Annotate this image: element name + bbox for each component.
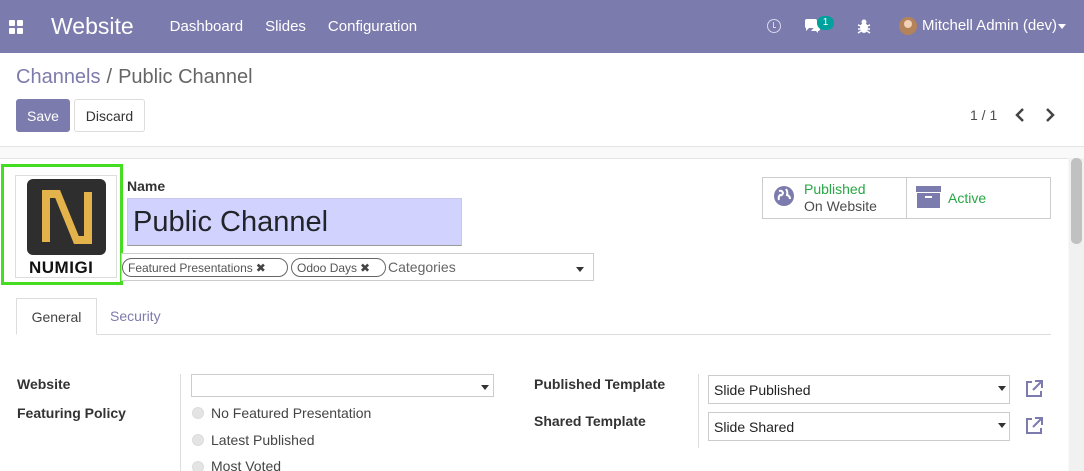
- name-label: Name: [127, 178, 166, 194]
- radio-latest-published[interactable]: [192, 434, 204, 446]
- published-substatus[interactable]: On Website: [804, 198, 877, 214]
- channel-name-input[interactable]: Public Channel: [127, 198, 462, 246]
- tabs-border: [16, 334, 1051, 335]
- smart-button-divider: [906, 177, 907, 219]
- featuring-policy-label: Featuring Policy: [17, 405, 126, 421]
- radio-label[interactable]: Latest Published: [211, 432, 315, 448]
- chevron-down-icon[interactable]: [576, 267, 584, 272]
- globe-icon[interactable]: [774, 186, 794, 206]
- website-label: Website: [17, 376, 71, 392]
- chevron-down-icon[interactable]: [998, 423, 1006, 428]
- breadcrumb-channels-link[interactable]: Channels: [16, 66, 101, 88]
- remove-tag-icon[interactable]: ✖: [256, 261, 266, 275]
- debug-bug-icon[interactable]: [857, 19, 871, 34]
- radio-no-featured[interactable]: [192, 407, 204, 419]
- menu-item-dashboard[interactable]: Dashboard: [170, 18, 243, 35]
- radio-label[interactable]: Most Voted: [211, 458, 281, 471]
- remove-tag-icon[interactable]: ✖: [360, 261, 370, 275]
- breadcrumb: Channels / Public Channel: [16, 66, 253, 89]
- save-button[interactable]: Save: [16, 99, 70, 132]
- chevron-down-icon[interactable]: [481, 385, 489, 390]
- shared-template-label: Shared Template: [534, 413, 646, 429]
- label-divider: [698, 374, 699, 448]
- breadcrumb-current: Public Channel: [118, 66, 253, 88]
- external-link-icon[interactable]: [1024, 416, 1044, 436]
- menu-item-slides[interactable]: Slides: [265, 18, 306, 35]
- tag-label: Featured Presentations: [128, 260, 253, 275]
- label-divider: [180, 374, 181, 471]
- chat-count-badge: 1: [817, 16, 834, 30]
- apps-menu-icon[interactable]: [9, 19, 23, 34]
- app-name[interactable]: Website: [51, 13, 134, 40]
- breadcrumb-separator: /: [106, 66, 113, 88]
- categories-placeholder[interactable]: Categories: [388, 259, 456, 275]
- logo-text: NUMIGI: [29, 258, 94, 277]
- chevron-down-icon[interactable]: [998, 386, 1006, 391]
- user-menu-name[interactable]: Mitchell Admin (dev): [922, 17, 1057, 34]
- external-link-icon[interactable]: [1024, 379, 1044, 399]
- activity-clock-icon[interactable]: [767, 19, 781, 33]
- scrollbar-thumb[interactable]: [1071, 158, 1082, 244]
- radio-most-voted[interactable]: [192, 461, 204, 471]
- chevron-left-icon[interactable]: [1012, 107, 1028, 123]
- published-template-label: Published Template: [534, 376, 666, 392]
- numigi-logo-icon: [42, 190, 92, 244]
- published-status[interactable]: Published: [804, 181, 866, 197]
- shared-template-select[interactable]: Slide Shared: [708, 412, 1010, 441]
- archive-icon[interactable]: [916, 186, 941, 208]
- pager-value[interactable]: 1 / 1: [970, 107, 997, 123]
- radio-label[interactable]: No Featured Presentation: [211, 405, 371, 421]
- published-template-select[interactable]: Slide Published: [708, 375, 1010, 404]
- active-toggle[interactable]: Active: [948, 190, 986, 206]
- tag-odoo-days[interactable]: Odoo Days ✖: [291, 258, 386, 277]
- user-avatar[interactable]: [899, 17, 917, 35]
- tag-label: Odoo Days: [297, 260, 358, 275]
- tab-general[interactable]: General: [16, 298, 97, 335]
- chevron-right-icon[interactable]: [1042, 107, 1058, 123]
- main-menu: Dashboard Slides Configuration: [170, 18, 439, 35]
- discard-button[interactable]: Discard: [74, 99, 145, 132]
- tab-security[interactable]: Security: [110, 308, 161, 324]
- menu-item-configuration[interactable]: Configuration: [328, 18, 417, 35]
- tag-featured-presentations[interactable]: Featured Presentations ✖: [122, 258, 288, 277]
- chevron-down-icon[interactable]: [1058, 24, 1066, 29]
- website-select[interactable]: [191, 374, 494, 397]
